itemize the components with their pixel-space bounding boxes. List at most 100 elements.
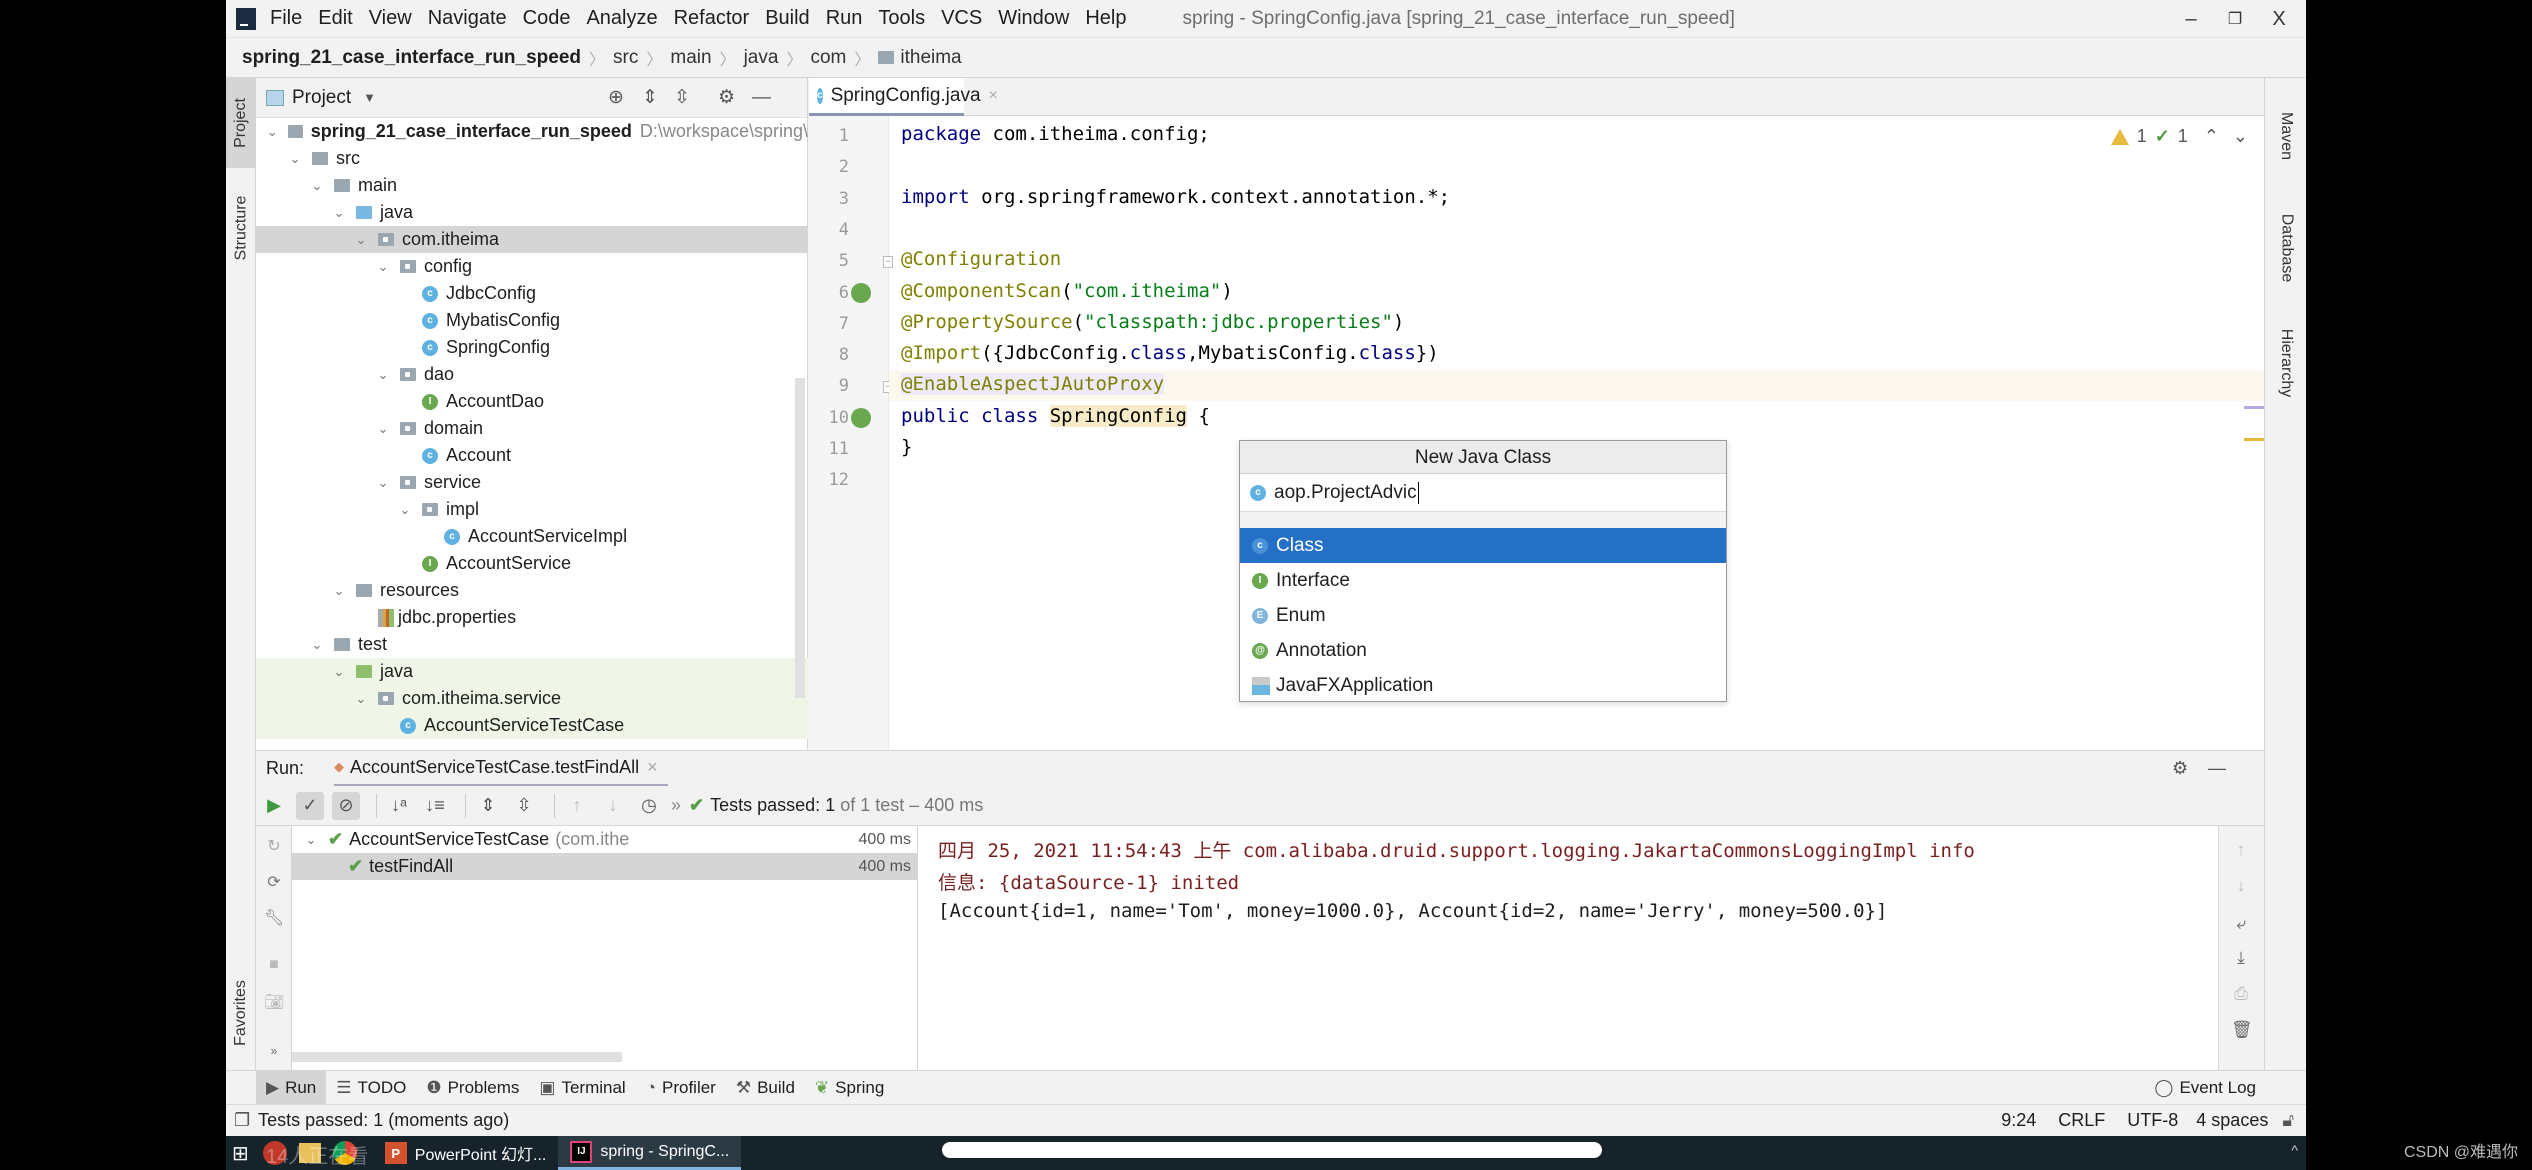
- tool-tab-structure[interactable]: Structure: [226, 178, 256, 278]
- camera-icon[interactable]: 📷︎: [264, 992, 284, 1012]
- chevron-up-icon[interactable]: ^: [2291, 1142, 2298, 1158]
- tree-item[interactable]: c JdbcConfig: [256, 280, 808, 307]
- chevron-down-icon[interactable]: ⌄: [398, 502, 412, 518]
- next-highlight-icon[interactable]: ⌄: [2233, 126, 2248, 147]
- hide-panel-icon[interactable]: —: [2208, 758, 2226, 779]
- indent-setting[interactable]: 4 spaces: [2196, 1110, 2268, 1131]
- menu-view[interactable]: View: [369, 7, 412, 30]
- tree-item[interactable]: ⌄ spring_21_case_interface_run_speed D:\wo…: [256, 118, 808, 145]
- tree-item[interactable]: c Account: [256, 442, 808, 469]
- close-button[interactable]: X: [2254, 0, 2304, 38]
- gear-icon[interactable]: ⚙: [718, 86, 735, 109]
- bottom-tab-profiler[interactable]: ◔ Profiler: [636, 1071, 726, 1105]
- menu-vcs[interactable]: VCS: [941, 7, 982, 30]
- more-icon[interactable]: »: [671, 795, 681, 816]
- bottom-tab-spring[interactable]: ❦ Spring: [805, 1071, 894, 1105]
- close-tab-icon[interactable]: ×: [989, 87, 998, 105]
- tree-item[interactable]: c SpringConfig: [256, 334, 808, 361]
- gear-icon[interactable]: ⚙: [2172, 758, 2188, 779]
- line-number[interactable]: 2: [809, 157, 849, 177]
- tree-item[interactable]: ⌄ dao: [256, 361, 808, 388]
- chevron-down-icon[interactable]: ⌄: [354, 691, 368, 707]
- chevron-down-icon[interactable]: ⌄: [304, 832, 318, 848]
- chevron-down-icon[interactable]: ⌄: [332, 583, 346, 599]
- tree-item[interactable]: ⌄ service: [256, 469, 808, 496]
- spring-bean-icon[interactable]: [851, 407, 871, 428]
- class-kind-option[interactable]: c Class: [1240, 528, 1726, 563]
- collapse-all-icon[interactable]: ⇳: [510, 792, 538, 820]
- test-tree-scrollbar[interactable]: [292, 1052, 622, 1062]
- error-stripe-mark[interactable]: [2244, 438, 2264, 441]
- menu-run[interactable]: Run: [826, 7, 863, 30]
- bottom-tab-run[interactable]: ▶ Run: [256, 1070, 327, 1105]
- tree-item[interactable]: ⌄ main: [256, 172, 808, 199]
- bottom-tab-todo[interactable]: ☰ TODO: [326, 1071, 416, 1105]
- line-number[interactable]: 11: [809, 439, 849, 459]
- bottom-tab-build[interactable]: ⚒ Build: [726, 1071, 805, 1105]
- rerun-failed-icon[interactable]: ↻: [264, 836, 284, 856]
- expand-all-icon[interactable]: ⇕: [474, 792, 502, 820]
- test-history-icon[interactable]: ◷: [635, 792, 663, 820]
- breadcrumb-java[interactable]: java: [744, 47, 779, 69]
- chevron-down-icon[interactable]: ⌄: [376, 475, 390, 491]
- event-log-button[interactable]: ◯ Event Log: [2144, 1071, 2266, 1105]
- menu-navigate[interactable]: Navigate: [428, 7, 507, 30]
- test-item[interactable]: ⌄ ✔ AccountServiceTestCase (com.ithe 400 ms: [292, 826, 917, 853]
- line-number[interactable]: 7: [809, 314, 849, 334]
- video-progress-bar[interactable]: [942, 1142, 1602, 1158]
- line-number[interactable]: 9: [809, 376, 849, 396]
- chevron-down-icon[interactable]: ⌄: [376, 421, 390, 437]
- tree-item[interactable]: ⌄ config: [256, 253, 808, 280]
- menu-build[interactable]: Build: [765, 7, 809, 30]
- line-number[interactable]: 12: [809, 470, 849, 490]
- line-number[interactable]: 5: [809, 251, 849, 271]
- file-encoding[interactable]: UTF-8: [2127, 1110, 2178, 1131]
- wrench-icon[interactable]: 🔧︎: [264, 908, 284, 928]
- inspection-widget[interactable]: 1 ✓ 1 ⌃ ⌄: [2110, 126, 2248, 147]
- more-icon[interactable]: »: [264, 1044, 284, 1064]
- bottom-tab-problems[interactable]: ❶ Problems: [416, 1071, 529, 1105]
- chevron-down-icon[interactable]: ⌄: [266, 124, 278, 140]
- down-stack-icon[interactable]: ↓: [2231, 876, 2251, 896]
- tool-tab-database[interactable]: Database: [2271, 188, 2301, 308]
- menu-help[interactable]: Help: [1085, 7, 1126, 30]
- unlock-icon[interactable]: 🔓︎: [2282, 1110, 2294, 1131]
- tree-item[interactable]: ⌄ impl: [256, 496, 808, 523]
- line-number[interactable]: 10: [809, 408, 849, 428]
- show-ignored-icon[interactable]: ⊘: [332, 791, 360, 820]
- sort-alphabetically-icon[interactable]: ↓ᵃ: [385, 792, 413, 820]
- tree-item[interactable]: c MybatisConfig: [256, 307, 808, 334]
- line-number[interactable]: 3: [809, 189, 849, 209]
- class-kind-option[interactable]: E Enum: [1240, 598, 1726, 633]
- menu-refactor[interactable]: Refactor: [674, 7, 750, 30]
- chevron-down-icon[interactable]: ⌄: [354, 232, 368, 248]
- toggle-tool-windows-icon[interactable]: ❐: [234, 1110, 250, 1131]
- tree-item[interactable]: ⌄ com.itheima.service: [256, 685, 808, 712]
- tree-item[interactable]: I AccountService: [256, 550, 808, 577]
- tree-item[interactable]: ⌄ com.itheima: [256, 226, 808, 253]
- tool-tab-hierarchy[interactable]: Hierarchy: [2271, 298, 2301, 428]
- menu-file[interactable]: File: [270, 7, 302, 30]
- chevron-down-icon[interactable]: ⌄: [376, 367, 390, 383]
- class-name-input[interactable]: c aop.ProjectAdvic: [1240, 474, 1726, 512]
- class-kind-option[interactable]: @ Annotation: [1240, 633, 1726, 668]
- tree-item[interactable]: ⌄ src: [256, 145, 808, 172]
- run-tab[interactable]: ◆ AccountServiceTestCase.testFindAll ×: [334, 751, 668, 787]
- chevron-down-icon[interactable]: ⌄: [310, 637, 324, 653]
- tree-item[interactable]: ⌄ resources: [256, 577, 808, 604]
- menu-code[interactable]: Code: [523, 7, 571, 30]
- chevron-down-icon[interactable]: ▼: [363, 90, 376, 105]
- print-icon[interactable]: ⎙: [2231, 984, 2251, 1004]
- bottom-tab-terminal[interactable]: ▣ Terminal: [529, 1071, 635, 1105]
- tool-tab-favorites[interactable]: Favorites: [226, 958, 256, 1068]
- line-number[interactable]: 1: [809, 126, 849, 146]
- chevron-down-icon[interactable]: ⌄: [310, 178, 324, 194]
- locate-file-icon[interactable]: ⊕: [608, 86, 624, 109]
- menu-analyze[interactable]: Analyze: [586, 7, 657, 30]
- tree-item[interactable]: c AccountServiceTestCase: [256, 712, 808, 739]
- menu-edit[interactable]: Edit: [318, 7, 352, 30]
- breadcrumb-itheima[interactable]: itheima: [878, 47, 962, 69]
- console-output[interactable]: 四月 25, 2021 11:54:43 上午 com.alibaba.drui…: [918, 826, 2218, 1070]
- hide-panel-icon[interactable]: —: [752, 87, 771, 109]
- spring-bean-scan-icon[interactable]: [851, 282, 871, 303]
